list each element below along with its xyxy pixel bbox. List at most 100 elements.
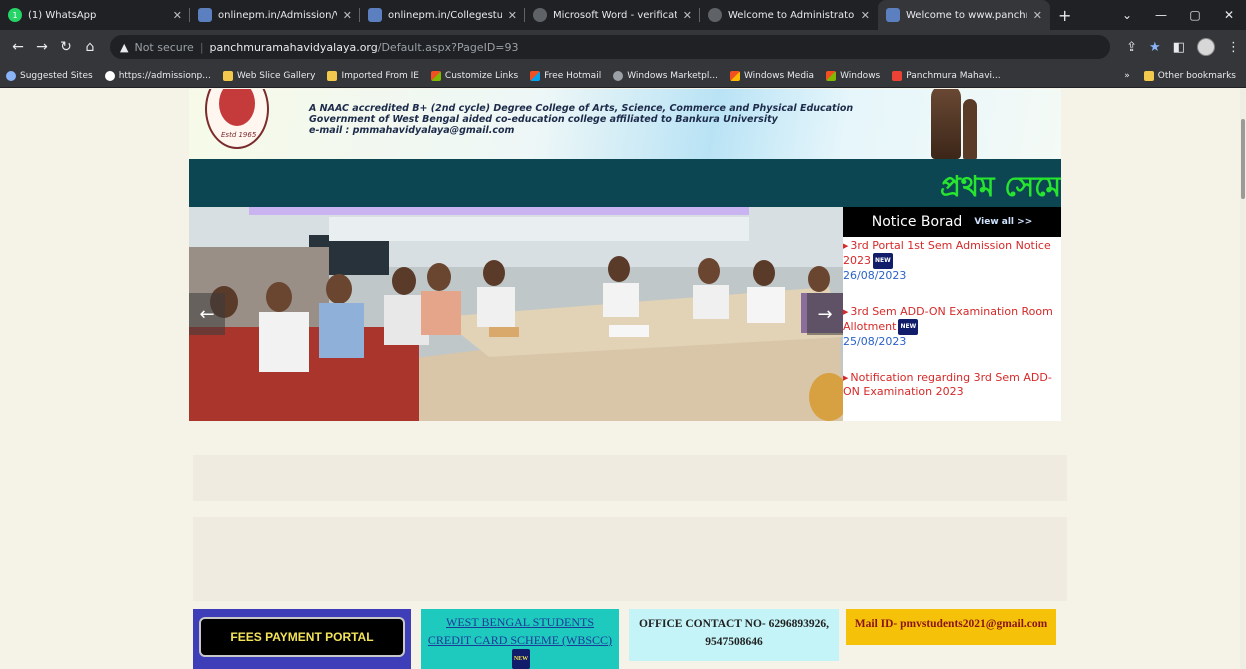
view-all-link[interactable]: View all >> (974, 217, 1032, 227)
new-badge-icon: NEW (511, 649, 531, 669)
bookmark-item[interactable]: Web Slice Gallery (217, 70, 322, 81)
minimize-icon[interactable]: — (1144, 8, 1178, 22)
tab-admission[interactable]: onlinepm.in/Admission/View... ✕ (190, 0, 360, 30)
site-icon (886, 8, 900, 22)
terracotta-horse-icon (963, 99, 977, 159)
meeting-photo (189, 207, 843, 421)
bookmark-item[interactable]: Windows Marketpl... (607, 70, 724, 81)
bookmarks-bar: Suggested Sites https://admissionp... We… (0, 64, 1246, 88)
close-icon[interactable]: ✕ (508, 9, 517, 22)
bookmark-item[interactable]: Windows Media (724, 70, 820, 81)
mail-id: Mail ID- pmvstudents2021@gmail.com (846, 609, 1056, 645)
avatar[interactable] (1197, 38, 1215, 56)
bookmark-label: Windows Media (743, 70, 815, 81)
home-icon[interactable]: ⌂ (78, 39, 102, 55)
fees-payment-button[interactable]: FEES PAYMENT PORTAL (199, 617, 405, 657)
address-bar[interactable]: ▲ Not secure | panchmuramahavidyalaya.or… (110, 35, 1110, 59)
logo-estd: Estd 1965 (221, 131, 257, 139)
bookmark-item[interactable]: https://admissionp... (99, 70, 217, 81)
site-icon (198, 8, 212, 22)
menu-icon[interactable]: ⋮ (1227, 40, 1240, 55)
bookmark-item[interactable]: Imported From IE (321, 70, 424, 81)
windows-icon (729, 70, 740, 81)
tab-word[interactable]: Microsoft Word - verification ✕ (525, 0, 700, 30)
tab-search-icon[interactable]: ⌄ (1110, 8, 1144, 22)
close-icon[interactable]: ✕ (1033, 9, 1042, 22)
folder-icon (1143, 70, 1154, 81)
bookmark-item[interactable]: Suggested Sites (0, 70, 99, 81)
image-slider[interactable]: ← → (189, 207, 843, 421)
tab-title: Welcome to www.panchmura... (906, 9, 1027, 21)
marquee-bar: প্রথম সেমে (189, 159, 1061, 207)
url-host: panchmuramahavidyalaya.org (209, 40, 378, 54)
notice-header: Notice Borad View all >> (843, 207, 1061, 237)
wbscc-line-1[interactable]: WEST BENGAL STUDENTS (446, 615, 594, 629)
bookmark-item[interactable]: Windows (820, 70, 886, 81)
new-badge-icon: NEW (873, 253, 893, 269)
close-icon[interactable]: ✕ (861, 9, 870, 22)
security-label[interactable]: Not secure (134, 41, 193, 54)
tab-administrator[interactable]: Welcome to Administrator ar... ✕ (700, 0, 878, 30)
tab-title: onlinepm.in/Collegestudent/... (388, 9, 502, 21)
star-icon[interactable]: ★ (1149, 40, 1161, 55)
url-path: /Default.aspx?PageID=93 (377, 40, 519, 54)
notice-item[interactable]: 3rd Portal 1st Sem Admission Notice 2023… (843, 237, 1061, 283)
bookmark-item[interactable]: Other bookmarks (1138, 70, 1242, 81)
bookmark-label: https://admissionp... (118, 70, 211, 81)
notice-board: Notice Borad View all >> 3rd Portal 1st … (843, 207, 1061, 421)
office-contact-line-2: 9547508646 (705, 636, 763, 648)
tab-title: onlinepm.in/Admission/View... (218, 9, 337, 21)
chevron-right-icon[interactable]: » (1124, 71, 1130, 81)
faded-banner (193, 455, 1067, 501)
close-window-icon[interactable]: ✕ (1212, 8, 1246, 22)
wbscc-panel: WEST BENGAL STUDENTS CREDIT CARD SCHEME (… (421, 609, 619, 669)
wbscc-line-2[interactable]: CREDIT CARD SCHEME (WBSCC) (428, 633, 612, 647)
site-header-banner: Estd 1965 A NAAC accredited B+ (2nd cycl… (189, 89, 1061, 159)
slider-next-button[interactable]: → (807, 293, 843, 335)
globe-icon (708, 8, 722, 22)
restore-icon[interactable]: ▢ (1178, 8, 1212, 22)
wbscc-link[interactable]: WEST BENGAL STUDENTS CREDIT CARD SCHEME (… (428, 615, 612, 647)
bookmark-label: Imported From IE (341, 70, 419, 81)
notice-item-date: 26/08/2023 (843, 269, 907, 282)
windows-icon (430, 70, 441, 81)
notice-item[interactable]: 3rd Sem ADD-ON Examination Room Allotmen… (843, 303, 1061, 349)
bookmark-label: Web Slice Gallery (236, 70, 316, 81)
divider: | (199, 40, 204, 54)
tab-collegestudent[interactable]: onlinepm.in/Collegestudent/... ✕ (360, 0, 525, 30)
notice-item[interactable]: Notification regarding 3rd Sem ADD-ON Ex… (843, 369, 1061, 399)
slider-prev-button[interactable]: ← (189, 293, 225, 335)
forward-icon[interactable]: → (30, 39, 54, 55)
bookmark-item[interactable]: Customize Links (425, 70, 524, 81)
tab-panchmura[interactable]: Welcome to www.panchmura... ✕ (878, 0, 1050, 30)
scrollbar-thumb[interactable] (1241, 119, 1245, 199)
notice-item-title[interactable]: 3rd Sem ADD-ON Examination Room Allotmen… (843, 305, 1053, 333)
bookmark-item[interactable]: Free Hotmail (524, 70, 607, 81)
bookmark-label: Free Hotmail (544, 70, 602, 81)
terracotta-horse-icon (931, 89, 961, 159)
back-icon[interactable]: ← (6, 39, 30, 55)
globe-icon (613, 70, 624, 81)
bookmark-label: Customize Links (444, 70, 519, 81)
bookmark-item[interactable]: Panchmura Mahavi... (886, 70, 1006, 81)
header-text: A NAAC accredited B+ (2nd cycle) Degree … (309, 103, 853, 136)
bookmark-label: Windows Marketpl... (627, 70, 718, 81)
page-scrollbar[interactable] (1240, 89, 1246, 669)
close-icon[interactable]: ✕ (683, 9, 692, 22)
google-icon (104, 70, 115, 81)
close-icon[interactable]: ✕ (173, 9, 182, 22)
reload-icon[interactable]: ↻ (54, 39, 78, 55)
share-icon[interactable]: ⇪ (1126, 40, 1137, 55)
page-content: Estd 1965 A NAAC accredited B+ (2nd cycl… (0, 89, 1246, 669)
tab-title: Welcome to Administrator ar... (728, 9, 855, 21)
new-tab-button[interactable]: + (1058, 6, 1071, 25)
close-icon[interactable]: ✕ (343, 9, 352, 22)
fees-panel: FEES PAYMENT PORTAL (193, 609, 411, 669)
notice-item-title[interactable]: Notification regarding 3rd Sem ADD-ON Ex… (843, 371, 1052, 398)
bookmarks-overflow: » Other bookmarks (1124, 70, 1242, 81)
side-panel-icon[interactable]: ◧ (1173, 40, 1185, 55)
notice-item-date: 25/08/2023 (843, 335, 907, 348)
warning-icon[interactable]: ▲ (120, 41, 128, 54)
bookmark-label: Windows (840, 70, 881, 81)
tab-whatsapp[interactable]: 1 (1) WhatsApp ✕ (0, 0, 190, 30)
